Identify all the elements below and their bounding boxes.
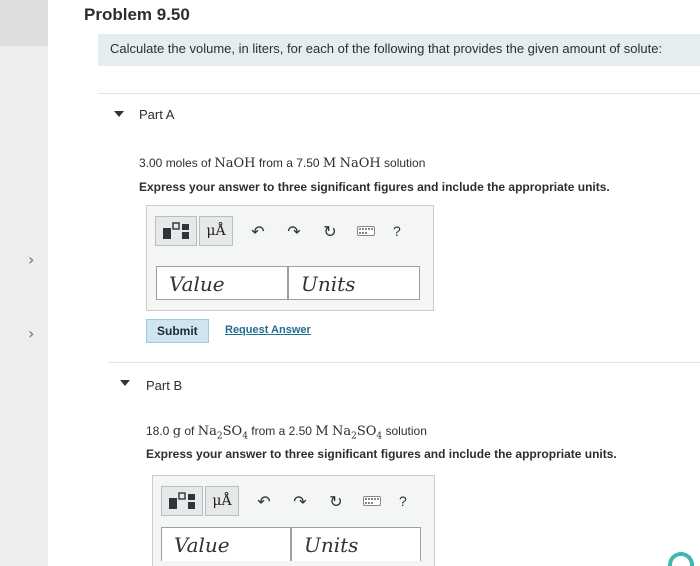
problem-content: Problem 9.50 Calculate the volume, in li… — [48, 0, 700, 566]
template-icon — [163, 222, 189, 239]
collapse-caret-icon[interactable] — [114, 111, 124, 117]
part-b-label[interactable]: Part B — [146, 378, 182, 393]
help-button[interactable]: ? — [393, 223, 401, 239]
part-b-answer-box: μÅ ↶ ↷ ↻ ? Value Units — [152, 475, 435, 566]
part-a-directive: Express your answer to three significant… — [139, 180, 610, 194]
part-a-answer-box: μÅ ↶ ↷ ↻ ? Value Units — [146, 205, 434, 311]
template-button[interactable] — [155, 216, 197, 246]
undo-icon[interactable]: ↶ — [245, 222, 271, 241]
part-a-divider — [98, 93, 700, 94]
part-a-toolbar: μÅ ↶ ↷ ↻ ? — [155, 216, 401, 246]
part-b-directive: Express your answer to three significant… — [146, 447, 617, 461]
units-symbol-button[interactable]: μÅ — [205, 486, 239, 516]
chevron-right-icon[interactable]: › — [28, 250, 34, 269]
reset-icon[interactable]: ↻ — [323, 492, 349, 511]
instruction-text: Calculate the volume, in liters, for eac… — [110, 41, 663, 56]
undo-icon[interactable]: ↶ — [251, 492, 277, 511]
part-b-question: 18.0 g of Na2SO4 from a 2.50 M Na2SO4 so… — [146, 424, 427, 442]
instruction-banner: Calculate the volume, in liters, for eac… — [98, 34, 700, 66]
part-b-divider — [108, 362, 700, 363]
template-icon — [169, 492, 195, 509]
value-input[interactable]: Value — [156, 266, 288, 300]
na2so4-formula: Na2SO4 — [197, 424, 248, 442]
chevron-right-icon[interactable]: › — [28, 324, 34, 343]
submit-button[interactable]: Submit — [146, 319, 209, 343]
left-rail: › › — [0, 0, 48, 566]
units-input[interactable]: Units — [291, 527, 421, 561]
collapse-caret-icon[interactable] — [120, 380, 130, 386]
redo-icon[interactable]: ↷ — [287, 492, 313, 511]
units-input[interactable]: Units — [288, 266, 420, 300]
value-input[interactable]: Value — [161, 527, 291, 561]
template-button[interactable] — [161, 486, 203, 516]
na2so4-formula: Na2SO4 — [331, 424, 383, 442]
left-rail-strip — [0, 0, 48, 46]
problem-title: Problem 9.50 — [84, 5, 190, 24]
help-widget-icon[interactable] — [668, 552, 694, 566]
part-a-label[interactable]: Part A — [139, 107, 174, 122]
redo-icon[interactable]: ↷ — [281, 222, 307, 241]
part-b-toolbar: μÅ ↶ ↷ ↻ ? — [161, 486, 407, 516]
keyboard-icon[interactable] — [359, 496, 385, 506]
request-answer-link[interactable]: Request Answer — [225, 324, 311, 336]
part-a-question: 3.00 moles of NaOH from a 7.50 M NaOH so… — [139, 156, 426, 171]
help-button[interactable]: ? — [399, 493, 407, 509]
reset-icon[interactable]: ↻ — [317, 222, 343, 241]
units-symbol-button[interactable]: μÅ — [199, 216, 233, 246]
keyboard-icon[interactable] — [353, 226, 379, 236]
